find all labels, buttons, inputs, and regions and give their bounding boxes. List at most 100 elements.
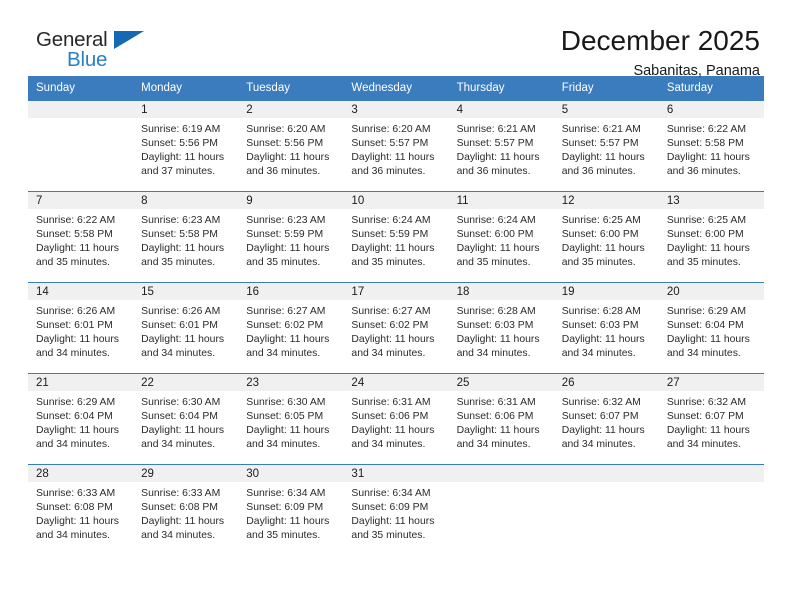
sunset-time: Sunset: 6:00 PM xyxy=(561,229,639,241)
title-block: December 2025 Sabanitas, Panama xyxy=(561,24,760,82)
calendar-day-cell[interactable]: 25 Sunrise: 6:31 AM Sunset: 6:06 PM Dayligh… xyxy=(448,373,554,465)
calendar-day-cell-empty xyxy=(658,464,764,560)
calendar-day-cell[interactable]: 17 Sunrise: 6:27 AM Sunset: 6:02 PM Dayligh… xyxy=(343,282,449,374)
calendar-day-cell[interactable]: 11 Sunrise: 6:24 AM Sunset: 6:00 PM Dayligh… xyxy=(448,191,554,283)
calendar-day-cell[interactable]: 20 Sunrise: 6:29 AM Sunset: 6:04 PM Dayligh… xyxy=(658,282,764,374)
calendar-day-cell[interactable]: 19 Sunrise: 6:28 AM Sunset: 6:03 PM Dayligh… xyxy=(553,282,659,374)
day-details: Sunrise: 6:20 AM Sunset: 5:56 PM Daylight:… xyxy=(238,118,343,179)
sunset-time: Sunset: 6:04 PM xyxy=(36,411,113,423)
day-number: 2 xyxy=(238,101,344,118)
day-details xyxy=(449,482,554,487)
daylight-duration: Daylight: 11 hours and 36 minutes. xyxy=(561,152,645,178)
general-blue-logo[interactable]: General Blue xyxy=(36,28,156,78)
calendar-week-row: 14 Sunrise: 6:26 AM Sunset: 6:01 PM Dayligh… xyxy=(28,282,764,374)
sunrise-time: Sunrise: 6:29 AM xyxy=(36,397,116,408)
sunrise-time: Sunrise: 6:29 AM xyxy=(666,306,746,317)
sunrise-time: Sunrise: 6:25 AM xyxy=(561,215,641,226)
calendar-day-cell[interactable]: 31 Sunrise: 6:34 AM Sunset: 6:09 PM Dayligh… xyxy=(343,464,449,560)
day-number: 12 xyxy=(553,192,659,209)
day-details: Sunrise: 6:21 AM Sunset: 5:57 PM Daylight:… xyxy=(449,118,554,179)
calendar-day-cell[interactable]: 8 Sunrise: 6:23 AM Sunset: 5:58 PM Daylight… xyxy=(133,191,239,283)
sunset-time: Sunset: 6:07 PM xyxy=(561,411,639,423)
calendar-day-cell[interactable]: 27 Sunrise: 6:32 AM Sunset: 6:07 PM Dayligh… xyxy=(658,373,764,465)
sunset-time: Sunset: 6:07 PM xyxy=(666,411,744,423)
calendar-day-cell[interactable]: 9 Sunrise: 6:23 AM Sunset: 5:59 PM Daylight… xyxy=(238,191,344,283)
sunrise-time: Sunrise: 6:22 AM xyxy=(36,215,116,226)
calendar-day-cell[interactable]: 3 Sunrise: 6:20 AM Sunset: 5:57 PM Daylight… xyxy=(343,100,449,192)
daylight-duration: Daylight: 11 hours and 36 minutes. xyxy=(246,152,330,178)
day-number: 27 xyxy=(658,374,764,391)
calendar-day-cell[interactable]: 18 Sunrise: 6:28 AM Sunset: 6:03 PM Dayligh… xyxy=(448,282,554,374)
calendar-day-cell[interactable]: 6 Sunrise: 6:22 AM Sunset: 5:58 PM Daylight… xyxy=(658,100,764,192)
calendar-week-row: 1 Sunrise: 6:19 AM Sunset: 5:56 PM Daylight… xyxy=(28,100,764,192)
calendar-day-cell[interactable]: 30 Sunrise: 6:34 AM Sunset: 6:09 PM Dayligh… xyxy=(238,464,344,560)
calendar-body: 1 Sunrise: 6:19 AM Sunset: 5:56 PM Daylight… xyxy=(28,100,764,560)
calendar-day-cell[interactable]: 26 Sunrise: 6:32 AM Sunset: 6:07 PM Dayligh… xyxy=(553,373,659,465)
day-number: 24 xyxy=(343,374,449,391)
calendar-day-cell[interactable]: 28 Sunrise: 6:33 AM Sunset: 6:08 PM Dayligh… xyxy=(28,464,134,560)
day-details: Sunrise: 6:32 AM Sunset: 6:07 PM Daylight:… xyxy=(659,391,764,452)
sunset-time: Sunset: 6:00 PM xyxy=(666,229,744,241)
weekday-header-tuesday: Tuesday xyxy=(238,76,344,101)
day-number xyxy=(658,465,764,482)
sunset-time: Sunset: 5:58 PM xyxy=(36,229,113,241)
daylight-duration: Daylight: 11 hours and 35 minutes. xyxy=(351,516,435,542)
calendar-day-cell[interactable]: 12 Sunrise: 6:25 AM Sunset: 6:00 PM Dayligh… xyxy=(553,191,659,283)
sunrise-time: Sunrise: 6:34 AM xyxy=(351,488,431,499)
day-number: 30 xyxy=(238,465,344,482)
daylight-duration: Daylight: 11 hours and 36 minutes. xyxy=(456,152,540,178)
sunrise-time: Sunrise: 6:19 AM xyxy=(141,124,221,135)
calendar-day-cell[interactable]: 5 Sunrise: 6:21 AM Sunset: 5:57 PM Daylight… xyxy=(553,100,659,192)
sunrise-time: Sunrise: 6:32 AM xyxy=(561,397,641,408)
sunset-time: Sunset: 6:00 PM xyxy=(456,229,534,241)
daylight-duration: Daylight: 11 hours and 34 minutes. xyxy=(246,334,330,360)
daylight-duration: Daylight: 11 hours and 36 minutes. xyxy=(351,152,435,178)
sunrise-time: Sunrise: 6:27 AM xyxy=(351,306,431,317)
sunset-time: Sunset: 5:57 PM xyxy=(561,138,639,150)
logo-text-blue: Blue xyxy=(67,48,108,71)
sunset-time: Sunset: 6:03 PM xyxy=(561,320,639,332)
day-details: Sunrise: 6:29 AM Sunset: 6:04 PM Daylight:… xyxy=(28,391,133,452)
sunset-time: Sunset: 5:58 PM xyxy=(666,138,744,150)
day-details: Sunrise: 6:28 AM Sunset: 6:03 PM Daylight:… xyxy=(449,300,554,361)
calendar-day-cell[interactable]: 15 Sunrise: 6:26 AM Sunset: 6:01 PM Dayligh… xyxy=(133,282,239,374)
day-details: Sunrise: 6:32 AM Sunset: 6:07 PM Daylight:… xyxy=(554,391,659,452)
calendar-day-cell[interactable]: 24 Sunrise: 6:31 AM Sunset: 6:06 PM Dayligh… xyxy=(343,373,449,465)
calendar-day-cell[interactable]: 10 Sunrise: 6:24 AM Sunset: 5:59 PM Dayligh… xyxy=(343,191,449,283)
daylight-duration: Daylight: 11 hours and 34 minutes. xyxy=(561,334,645,360)
day-number: 6 xyxy=(658,101,764,118)
calendar-day-cell[interactable]: 22 Sunrise: 6:30 AM Sunset: 6:04 PM Dayligh… xyxy=(133,373,239,465)
calendar-day-cell[interactable]: 29 Sunrise: 6:33 AM Sunset: 6:08 PM Dayligh… xyxy=(133,464,239,560)
calendar-day-cell[interactable]: 2 Sunrise: 6:20 AM Sunset: 5:56 PM Daylight… xyxy=(238,100,344,192)
day-details: Sunrise: 6:19 AM Sunset: 5:56 PM Daylight:… xyxy=(133,118,238,179)
calendar-day-cell[interactable]: 7 Sunrise: 6:22 AM Sunset: 5:58 PM Daylight… xyxy=(28,191,134,283)
daylight-duration: Daylight: 11 hours and 34 minutes. xyxy=(351,334,435,360)
day-details: Sunrise: 6:25 AM Sunset: 6:00 PM Daylight:… xyxy=(554,209,659,270)
sunrise-time: Sunrise: 6:31 AM xyxy=(351,397,431,408)
calendar-day-cell[interactable]: 23 Sunrise: 6:30 AM Sunset: 6:05 PM Dayligh… xyxy=(238,373,344,465)
day-number: 25 xyxy=(448,374,554,391)
daylight-duration: Daylight: 11 hours and 36 minutes. xyxy=(666,152,750,178)
sunrise-time: Sunrise: 6:24 AM xyxy=(351,215,431,226)
sunrise-time: Sunrise: 6:24 AM xyxy=(456,215,536,226)
calendar-day-cell[interactable]: 4 Sunrise: 6:21 AM Sunset: 5:57 PM Daylight… xyxy=(448,100,554,192)
sunrise-time: Sunrise: 6:30 AM xyxy=(246,397,326,408)
sunrise-time: Sunrise: 6:20 AM xyxy=(246,124,326,135)
weekday-header-monday: Monday xyxy=(133,76,239,101)
page-header: General Blue December 2025 Sabanitas, Pa… xyxy=(28,0,764,79)
calendar-day-cell[interactable]: 14 Sunrise: 6:26 AM Sunset: 6:01 PM Dayligh… xyxy=(28,282,134,374)
day-details: Sunrise: 6:20 AM Sunset: 5:57 PM Daylight:… xyxy=(343,118,448,179)
sunset-time: Sunset: 6:09 PM xyxy=(246,502,324,514)
calendar-week-row: 7 Sunrise: 6:22 AM Sunset: 5:58 PM Daylight… xyxy=(28,191,764,283)
calendar-week-row: 28 Sunrise: 6:33 AM Sunset: 6:08 PM Dayligh… xyxy=(28,464,764,560)
day-details: Sunrise: 6:31 AM Sunset: 6:06 PM Daylight:… xyxy=(343,391,448,452)
day-number: 17 xyxy=(343,283,449,300)
sunset-time: Sunset: 6:06 PM xyxy=(456,411,534,423)
day-details: Sunrise: 6:22 AM Sunset: 5:58 PM Daylight:… xyxy=(28,209,133,270)
sunrise-time: Sunrise: 6:28 AM xyxy=(561,306,641,317)
day-number: 14 xyxy=(28,283,134,300)
calendar-day-cell[interactable]: 16 Sunrise: 6:27 AM Sunset: 6:02 PM Dayligh… xyxy=(238,282,344,374)
calendar-day-cell[interactable]: 1 Sunrise: 6:19 AM Sunset: 5:56 PM Daylight… xyxy=(133,100,239,192)
calendar-day-cell[interactable]: 13 Sunrise: 6:25 AM Sunset: 6:00 PM Dayligh… xyxy=(658,191,764,283)
calendar-day-cell[interactable]: 21 Sunrise: 6:29 AM Sunset: 6:04 PM Dayligh… xyxy=(28,373,134,465)
